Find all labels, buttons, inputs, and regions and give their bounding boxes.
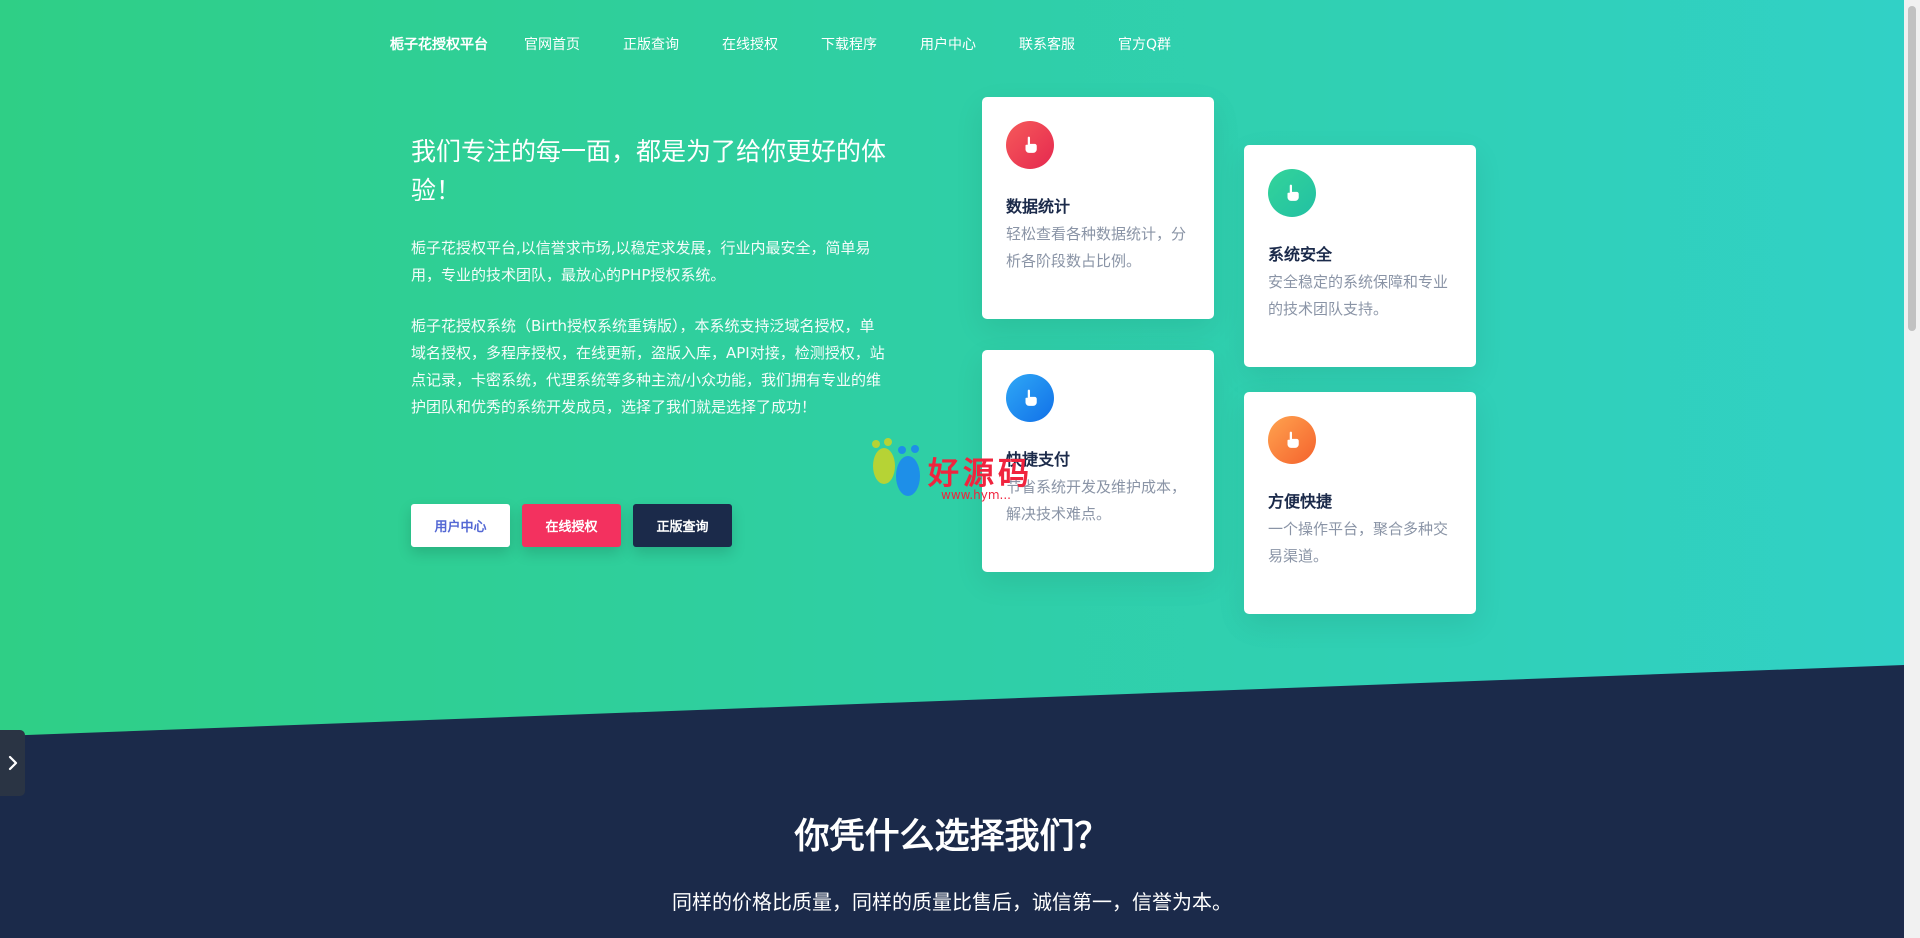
- chevron-right-icon: [8, 755, 17, 771]
- online-auth-button[interactable]: 在线授权: [522, 504, 621, 547]
- footprint-icon: [872, 438, 920, 496]
- feature-title: 方便快捷: [1268, 492, 1333, 511]
- feature-description: 一个操作平台，聚合多种交易渠道。: [1268, 520, 1449, 565]
- feature-description: 安全稳定的系统保障和专业的技术团队支持。: [1268, 273, 1449, 318]
- nav-user-center[interactable]: 用户中心: [920, 34, 976, 54]
- genuine-query-button[interactable]: 正版查询: [633, 504, 732, 547]
- side-panel-toggle[interactable]: [0, 730, 25, 796]
- nav-online-auth[interactable]: 在线授权: [722, 34, 778, 54]
- vertical-scrollbar[interactable]: [1904, 0, 1920, 938]
- feature-title: 数据统计: [1006, 197, 1071, 216]
- feature-description: 节省系统开发及维护成本，解决技术难点。: [1006, 478, 1187, 523]
- thumb-up-icon: [1006, 374, 1054, 422]
- thumb-up-icon: [1268, 416, 1316, 464]
- feature-card-convenient: 方便快捷 一个操作平台，聚合多种交易渠道。: [1244, 392, 1476, 614]
- nav-official-qq-group[interactable]: 官方Q群: [1118, 34, 1171, 54]
- scrollbar-thumb[interactable]: [1908, 6, 1916, 331]
- feature-card-system-security: 系统安全 安全稳定的系统保障和专业的技术团队支持。: [1244, 145, 1476, 367]
- hero-paragraph-intro: 栀子花授权平台,以信誉求市场,以稳定求发展，行业内最安全，简单易用，专业的技术团…: [411, 239, 871, 284]
- nav-genuine-query[interactable]: 正版查询: [623, 34, 679, 54]
- feature-title: 系统安全: [1268, 245, 1333, 264]
- feature-card-data-stats: 数据统计 轻松查看各种数据统计，分析各阶段数占比例。: [982, 97, 1214, 319]
- nav-home[interactable]: 官网首页: [524, 34, 580, 54]
- hero-headline: 我们专注的每一面，都是为了给你更好的体验！: [411, 137, 887, 205]
- user-center-button[interactable]: 用户中心: [411, 504, 510, 547]
- section-subtitle: 同样的价格比质量，同样的质量比售后，诚信第一，信誉为本。: [672, 890, 1232, 914]
- watermark-text: 好源码: [928, 455, 1033, 492]
- watermark-logo: 好源码 www.hym...: [866, 436, 1033, 504]
- hero-buttons: 用户中心 在线授权 正版查询: [411, 504, 732, 547]
- hero-paragraph-features: 栀子花授权系统（Birth授权系统重铸版），本系统支持泛域名授权，单域名授权，多…: [411, 317, 885, 416]
- thumb-up-icon: [1006, 121, 1054, 169]
- brand-name[interactable]: 栀子花授权平台: [390, 34, 488, 54]
- watermark-url: www.hym...: [941, 488, 1011, 502]
- nav-contact-support[interactable]: 联系客服: [1019, 34, 1075, 54]
- section-title: 你凭什么选择我们？: [794, 817, 1110, 857]
- top-nav: 栀子花授权平台 官网首页 正版查询 在线授权 下载程序 用户中心 联系客服 官方…: [390, 30, 1214, 58]
- nav-download[interactable]: 下载程序: [821, 34, 877, 54]
- feature-description: 轻松查看各种数据统计，分析各阶段数占比例。: [1006, 225, 1187, 270]
- thumb-up-icon: [1268, 169, 1316, 217]
